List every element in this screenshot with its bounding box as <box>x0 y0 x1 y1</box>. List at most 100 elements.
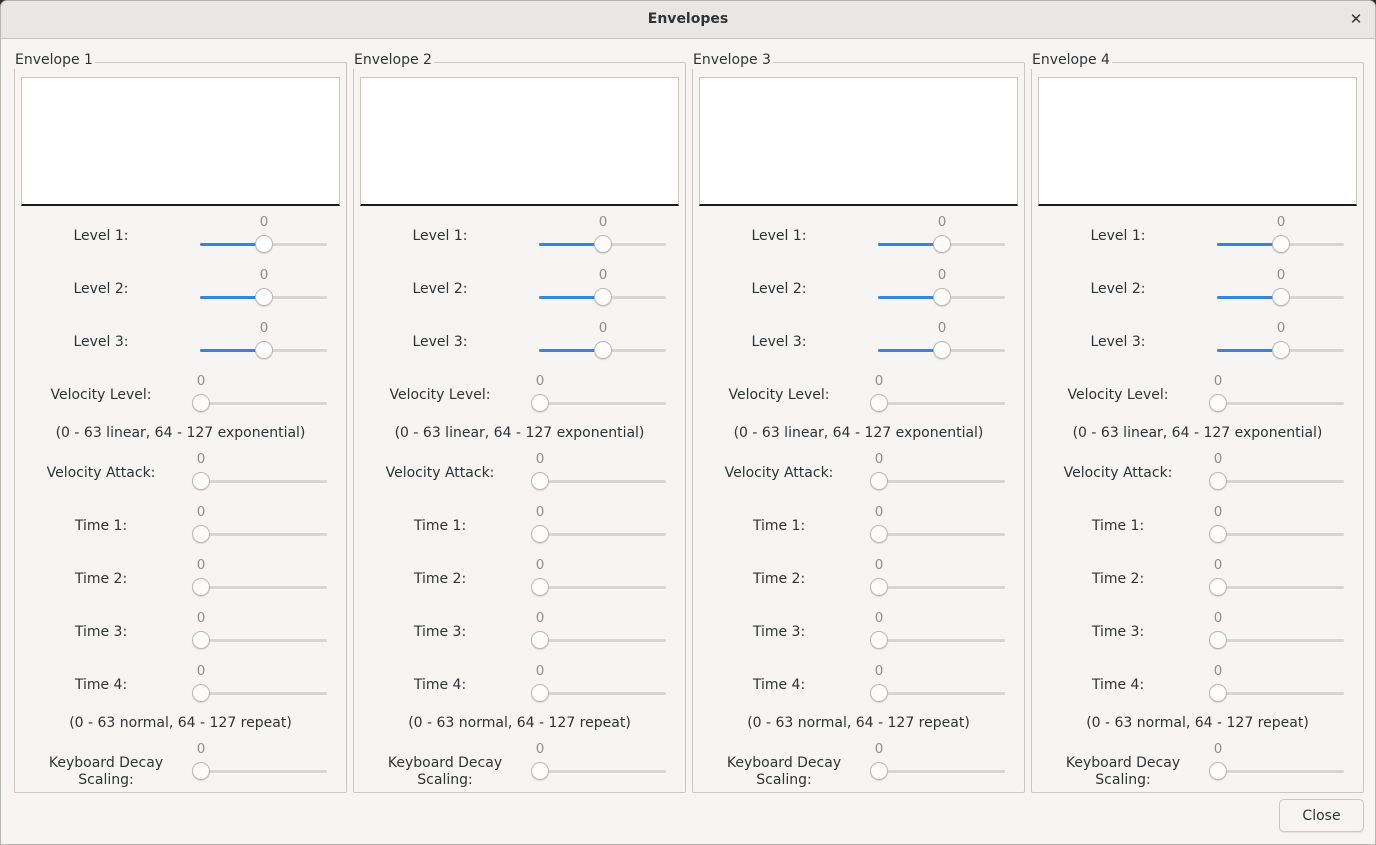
time1-slider[interactable] <box>200 533 327 536</box>
keyboard-decay-scaling-slider[interactable] <box>878 770 1005 773</box>
envelope-title: Envelope 3 <box>692 52 773 69</box>
level1-label: Level 1: <box>73 228 129 244</box>
window-title: Envelopes <box>647 11 729 27</box>
velocity-attack-slider[interactable] <box>539 480 666 483</box>
velocity-attack-slider[interactable] <box>1217 480 1344 483</box>
slider-handle[interactable] <box>531 394 549 412</box>
slider-handle[interactable] <box>870 394 888 412</box>
time1-label: Time 1: <box>1091 518 1145 534</box>
time4-slider[interactable] <box>1217 692 1344 695</box>
slider-value: 0 <box>937 320 947 336</box>
time4-slider[interactable] <box>878 692 1005 695</box>
close-icon[interactable]: ✕ <box>1347 10 1365 28</box>
time1-slider[interactable] <box>539 533 666 536</box>
slider-handle[interactable] <box>1209 472 1227 490</box>
slider-value: 0 <box>1213 451 1223 467</box>
slider-handle[interactable] <box>594 288 612 306</box>
slider-handle[interactable] <box>1209 631 1227 649</box>
velocity-level-slider[interactable] <box>539 402 666 405</box>
titlebar[interactable]: Envelopes ✕ <box>1 1 1375 39</box>
keyboard-decay-scaling-slider[interactable] <box>200 770 327 773</box>
envelope-3-frame: Level 1: 0 Level 2: 0 Level 3: 0 Velocity Leve… <box>692 62 1025 793</box>
slider-value: 0 <box>1213 504 1223 520</box>
keyboard-decay-scaling-slider[interactable] <box>539 770 666 773</box>
slider-handle[interactable] <box>192 578 210 596</box>
slider-handle[interactable] <box>531 762 549 780</box>
time2-label: Time 2: <box>1091 571 1145 587</box>
slider-value: 0 <box>937 267 947 283</box>
velocity-attack-slider[interactable] <box>878 480 1005 483</box>
velocity-level-slider[interactable] <box>200 402 327 405</box>
slider-handle[interactable] <box>1209 394 1227 412</box>
slider-value: 0 <box>1276 267 1286 283</box>
slider-handle[interactable] <box>1272 341 1290 359</box>
level2-label: Level 2: <box>1090 281 1146 297</box>
keyboard-decay-scaling-label: Keyboard Decay Scaling: <box>726 755 842 788</box>
slider-handle[interactable] <box>192 762 210 780</box>
time2-slider[interactable] <box>1217 586 1344 589</box>
time4-label: Time 4: <box>74 677 128 693</box>
slider-handle[interactable] <box>1272 288 1290 306</box>
slider-handle[interactable] <box>594 341 612 359</box>
slider-handle[interactable] <box>870 762 888 780</box>
slider-handle[interactable] <box>531 684 549 702</box>
slider-handle[interactable] <box>192 631 210 649</box>
slider-handle[interactable] <box>531 578 549 596</box>
slider-value: 0 <box>874 741 884 757</box>
slider-handle[interactable] <box>933 235 951 253</box>
slider-value: 0 <box>874 663 884 679</box>
slider-handle[interactable] <box>255 288 273 306</box>
time-note: (0 - 63 normal, 64 - 127 repeat) <box>747 715 970 731</box>
slider-handle[interactable] <box>255 341 273 359</box>
time3-slider[interactable] <box>878 639 1005 642</box>
slider-handle[interactable] <box>1209 762 1227 780</box>
slider-handle[interactable] <box>870 684 888 702</box>
velocity-attack-slider[interactable] <box>200 480 327 483</box>
slider-handle[interactable] <box>531 472 549 490</box>
envelope-title: Envelope 4 <box>1031 52 1112 69</box>
slider-handle[interactable] <box>1209 578 1227 596</box>
slider-handle[interactable] <box>870 472 888 490</box>
slider-handle[interactable] <box>1272 235 1290 253</box>
slider-handle[interactable] <box>933 288 951 306</box>
time4-slider[interactable] <box>539 692 666 695</box>
slider-value: 0 <box>874 451 884 467</box>
slider-handle[interactable] <box>531 631 549 649</box>
time3-slider[interactable] <box>200 639 327 642</box>
slider-value: 0 <box>874 610 884 626</box>
envelope-graph <box>360 77 679 206</box>
time2-slider[interactable] <box>878 586 1005 589</box>
velocity-attack-label: Velocity Attack: <box>385 465 495 481</box>
velocity-level-slider[interactable] <box>878 402 1005 405</box>
time4-slider[interactable] <box>200 692 327 695</box>
slider-handle[interactable] <box>531 525 549 543</box>
velocity-attack-label: Velocity Attack: <box>724 465 834 481</box>
velocity-level-slider[interactable] <box>1217 402 1344 405</box>
slider-value: 0 <box>874 557 884 573</box>
slider-handle[interactable] <box>594 235 612 253</box>
close-button[interactable]: Close <box>1279 799 1364 832</box>
slider-handle[interactable] <box>870 525 888 543</box>
slider-handle[interactable] <box>1209 684 1227 702</box>
time2-slider[interactable] <box>539 586 666 589</box>
slider-handle[interactable] <box>192 472 210 490</box>
slider-value: 0 <box>598 214 608 230</box>
keyboard-decay-scaling-label: Keyboard Decay Scaling: <box>48 755 164 788</box>
time1-slider[interactable] <box>878 533 1005 536</box>
slider-handle[interactable] <box>255 235 273 253</box>
slider-handle[interactable] <box>870 631 888 649</box>
slider-handle[interactable] <box>870 578 888 596</box>
time2-slider[interactable] <box>200 586 327 589</box>
slider-value: 0 <box>1213 741 1223 757</box>
time1-slider[interactable] <box>1217 533 1344 536</box>
slider-value: 0 <box>1213 610 1223 626</box>
slider-handle[interactable] <box>192 394 210 412</box>
slider-handle[interactable] <box>933 341 951 359</box>
time3-slider[interactable] <box>539 639 666 642</box>
time3-slider[interactable] <box>1217 639 1344 642</box>
keyboard-decay-scaling-slider[interactable] <box>1217 770 1344 773</box>
slider-handle[interactable] <box>1209 525 1227 543</box>
slider-handle[interactable] <box>192 525 210 543</box>
time3-label: Time 3: <box>74 624 128 640</box>
slider-handle[interactable] <box>192 684 210 702</box>
